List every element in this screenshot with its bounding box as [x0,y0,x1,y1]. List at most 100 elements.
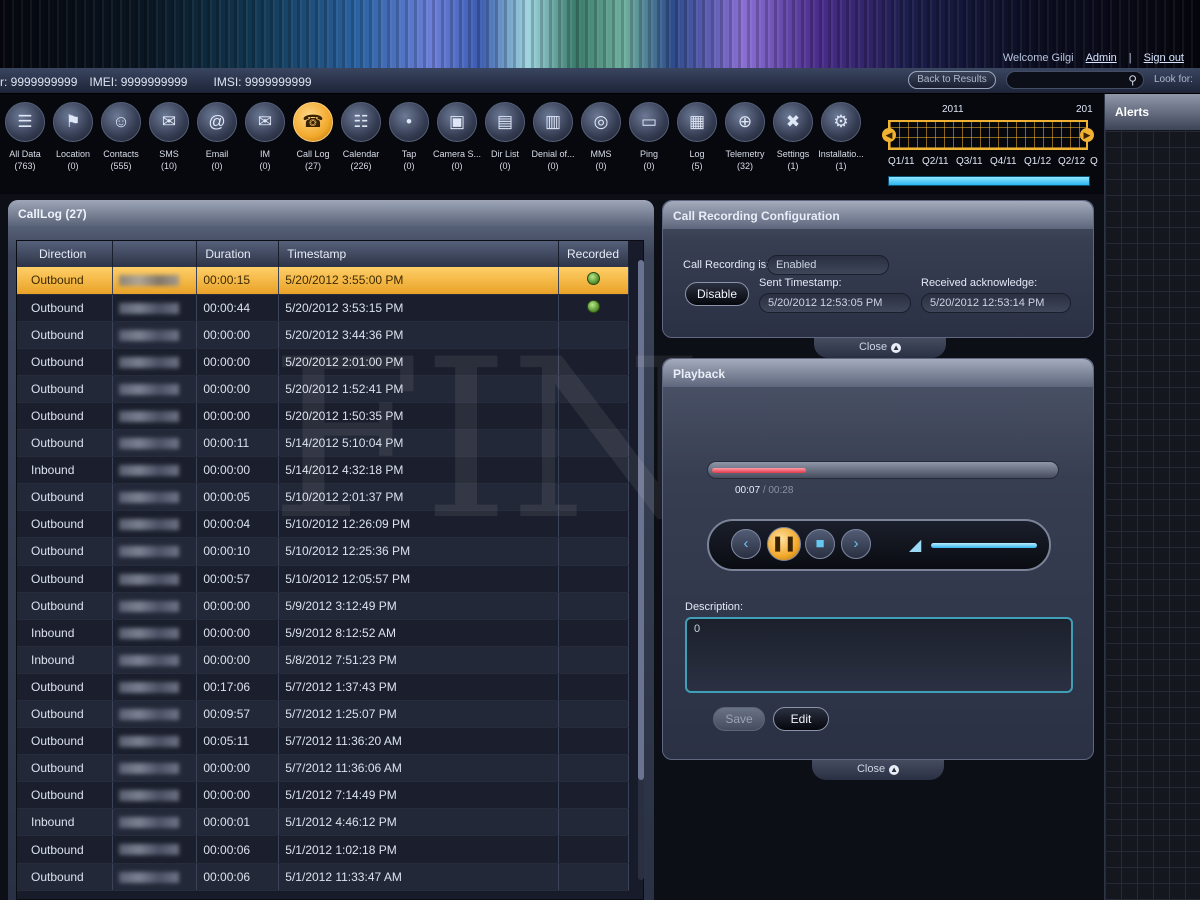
table-scrollbar[interactable] [638,260,644,880]
description-field[interactable]: 0 [685,617,1073,693]
toolbar-item[interactable]: ▦ Log (5) [672,102,722,171]
toolbar-item[interactable]: ▣ Camera S... (0) [432,102,482,171]
chat-icon[interactable]: ✉ [245,102,285,142]
toolbar-item[interactable]: • Tap (0) [384,102,434,171]
recorded-cell [558,727,630,756]
camera-icon[interactable]: ▣ [437,102,477,142]
gear-icon[interactable]: ⚙ [821,102,861,142]
table-row[interactable]: Inbound 00:00:00 5/8/2012 7:51:23 PM [17,646,630,674]
location-pin-icon[interactable]: ⚑ [53,102,93,142]
back-to-results-button[interactable]: Back to Results [908,71,996,89]
direction-cell: Outbound [17,267,114,295]
next-button[interactable]: › [841,529,871,559]
table-row[interactable]: Outbound 00:00:00 5/20/2012 1:50:35 PM [17,402,630,431]
timeline-grid[interactable] [888,120,1088,150]
timeline-range-slider[interactable] [888,176,1090,186]
monitor-icon[interactable]: ▭ [629,102,669,142]
toolbar-item[interactable]: ⊕ Telemetry (32) [720,102,770,171]
recorded-icon[interactable] [586,272,600,286]
stop-button[interactable]: ■ [805,529,835,559]
timeline-end-handle[interactable]: ▶ [1080,128,1094,142]
toolbar-item[interactable]: ☺ Contacts (555) [96,102,146,171]
toolbar-item[interactable]: ☎ Call Log (27) [288,102,338,171]
table-row[interactable]: Outbound 00:00:06 5/1/2012 11:33:47 AM [17,863,630,891]
toolbar-item[interactable]: ▤ Dir List (0) [480,102,530,171]
toolbar-item[interactable]: ☰ All Data (763) [0,102,50,171]
scrollbar-thumb[interactable] [638,260,644,780]
toolbar-item[interactable]: ✉ IM (0) [240,102,290,171]
table-row[interactable]: Inbound 00:00:00 5/9/2012 8:12:52 AM [17,619,630,647]
at-icon[interactable]: @ [197,102,237,142]
edit-button[interactable]: Edit [773,707,829,731]
column-recorded[interactable]: Recorded [558,241,630,267]
toolbar-item[interactable]: ✖ Settings (1) [768,102,818,171]
device-ids: r: 9999999999 IMEI: 9999999999 IMSI: 999… [0,75,312,89]
table-row[interactable]: Outbound 00:00:00 5/1/2012 7:14:49 PM [17,781,630,810]
toolbar-item[interactable]: ◎ MMS (0) [576,102,626,171]
log-icon[interactable]: ▦ [677,102,717,142]
table-row[interactable]: Outbound 00:00:06 5/1/2012 1:02:18 PM [17,835,630,864]
sign-out-link[interactable]: Sign out [1144,52,1184,64]
column-timestamp[interactable]: Timestamp [278,241,559,267]
tools-icon[interactable]: ✖ [773,102,813,142]
table-row[interactable]: Outbound 00:00:04 5/10/2012 12:26:09 PM [17,510,630,539]
phone-icon[interactable]: ☎ [293,102,333,142]
seek-bar[interactable] [707,461,1059,479]
globe-icon[interactable]: ◎ [581,102,621,142]
volume-slider[interactable] [931,543,1037,548]
duration-cell: 00:00:06 [196,863,280,891]
duration-cell: 00:00:00 [196,781,280,810]
envelope-icon[interactable]: ✉ [149,102,189,142]
table-row[interactable]: Outbound 00:00:00 5/9/2012 3:12:49 PM [17,592,630,620]
toolbar-item-count: (5) [691,161,703,171]
table-row[interactable]: Inbound 00:00:01 5/1/2012 4:46:12 PM [17,808,630,837]
data-icon[interactable]: ☰ [5,102,45,142]
playback-close-button[interactable]: Close ▲ [812,760,944,780]
toolbar-item[interactable]: ☷ Calendar (226) [336,102,386,171]
toolbar-item[interactable]: @ Email (0) [192,102,242,171]
search-input[interactable]: ⚲ [1006,71,1144,89]
recorded-icon[interactable] [586,299,600,313]
table-row[interactable]: Outbound 00:17:06 5/7/2012 1:37:43 PM [17,673,630,702]
table-row[interactable]: Outbound 00:00:00 5/20/2012 1:52:41 PM [17,375,630,403]
telemetry-icon[interactable]: ⊕ [725,102,765,142]
save-button[interactable]: Save [713,707,765,731]
table-row[interactable]: Outbound 00:00:00 5/20/2012 3:44:36 PM [17,321,630,349]
admin-link[interactable]: Admin [1086,52,1117,64]
toolbar-item[interactable]: ✉ SMS (10) [144,102,194,171]
table-row[interactable]: Outbound 00:00:00 5/7/2012 11:36:06 AM [17,754,630,783]
pause-button[interactable]: ❚❚ [767,527,801,561]
table-row[interactable]: Outbound 00:05:11 5/7/2012 11:36:20 AM [17,727,630,756]
table-row[interactable]: Outbound 00:09:57 5/7/2012 1:25:07 PM [17,700,630,729]
contacts-icon[interactable]: ☺ [101,102,141,142]
table-row[interactable]: Outbound 00:00:44 5/20/2012 3:53:15 PM [17,294,630,322]
timeline-quarter: Q1/12 [1024,156,1052,167]
microphone-icon[interactable]: • [389,102,429,142]
toolbar-item[interactable]: ⚑ Location (0) [48,102,98,171]
number-cell [112,483,198,512]
volume-icon[interactable]: ◢ [909,535,921,555]
duration-cell: 00:00:00 [196,375,280,403]
column-number[interactable] [112,241,198,267]
config-close-button[interactable]: Close ▲ [814,338,946,358]
column-duration[interactable]: Duration [196,241,280,267]
table-row[interactable]: Outbound 00:00:11 5/14/2012 5:10:04 PM [17,429,630,458]
toolbar-item[interactable]: ▭ Ping (0) [624,102,674,171]
toolbar-item[interactable]: ⚙ Installatio... (1) [816,102,866,171]
timeline-start-handle[interactable]: ◀ [882,128,896,142]
search-icon[interactable]: ⚲ [1128,73,1137,87]
denial-icon[interactable]: ▥ [533,102,573,142]
table-row[interactable]: Outbound 00:00:15 5/20/2012 3:55:00 PM [17,267,630,295]
table-row[interactable]: Outbound 00:00:05 5/10/2012 2:01:37 PM [17,483,630,512]
table-row[interactable]: Outbound 00:00:00 5/20/2012 2:01:00 PM [17,348,630,376]
toolbar-item[interactable]: ▥ Denial of... (0) [528,102,578,171]
table-row[interactable]: Outbound 00:00:10 5/10/2012 12:25:36 PM [17,537,630,566]
directory-icon[interactable]: ▤ [485,102,525,142]
column-direction[interactable]: Direction [17,241,114,267]
disable-button[interactable]: Disable [685,282,749,306]
table-row[interactable]: Outbound 00:00:57 5/10/2012 12:05:57 PM [17,565,630,593]
table-row[interactable]: Inbound 00:00:00 5/14/2012 4:32:18 PM [17,456,630,485]
calendar-icon[interactable]: ☷ [341,102,381,142]
previous-button[interactable]: ‹ [731,529,761,559]
timeline-quarter: Q2/12 [1058,156,1086,167]
